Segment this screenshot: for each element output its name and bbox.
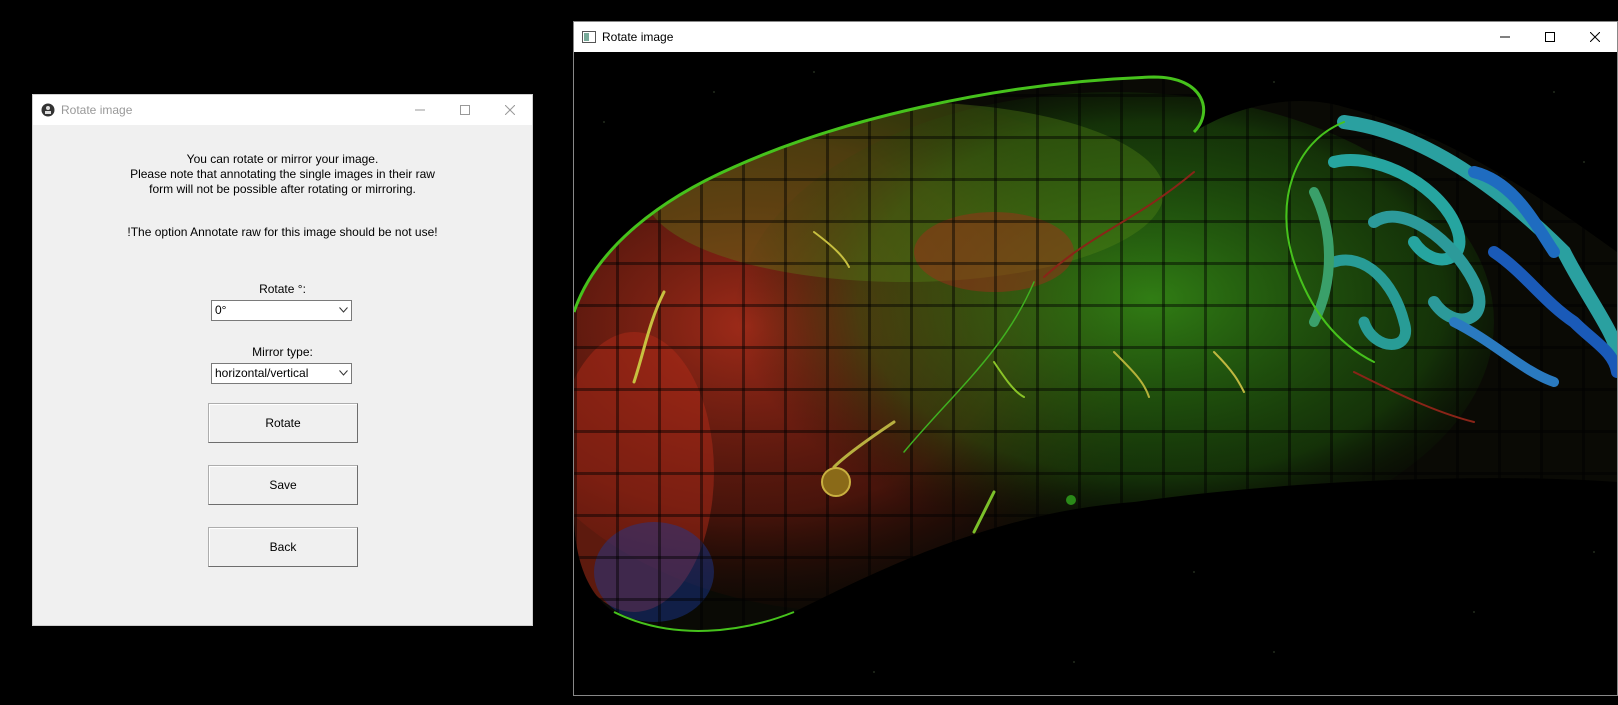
info-line-3: form will not be possible after rotating… — [149, 182, 416, 196]
maximize-button[interactable] — [1527, 22, 1572, 52]
warning-text: !The option Annotate raw for this image … — [127, 225, 438, 239]
chevron-down-icon — [339, 307, 348, 313]
rotate-select[interactable]: 0° — [211, 300, 352, 321]
image-window-title: Rotate image — [602, 30, 674, 44]
rotate-dialog: Rotate image You can rotate or mirror yo… — [32, 94, 533, 626]
mirror-select-value: horizontal/vertical — [215, 366, 309, 380]
back-button[interactable]: Back — [208, 527, 358, 567]
chevron-down-icon — [339, 370, 348, 376]
info-line-1: You can rotate or mirror your image. — [186, 152, 379, 166]
rotate-select-value: 0° — [215, 303, 227, 317]
minimize-button[interactable] — [1482, 22, 1527, 52]
dialog-title: Rotate image — [61, 103, 133, 117]
close-button[interactable] — [487, 95, 532, 125]
dialog-body: You can rotate or mirror your image. Ple… — [33, 125, 532, 625]
minimize-button[interactable] — [397, 95, 442, 125]
rotate-label: Rotate °: — [259, 282, 306, 296]
mirror-label: Mirror type: — [252, 345, 313, 359]
maximize-button[interactable] — [442, 95, 487, 125]
tissue-image — [574, 71, 1617, 673]
rotate-button[interactable]: Rotate — [208, 403, 358, 443]
mirror-select[interactable]: horizontal/vertical — [211, 363, 352, 384]
image-canvas[interactable] — [574, 52, 1617, 695]
dialog-titlebar[interactable]: Rotate image — [33, 95, 532, 125]
minimize-icon — [1499, 36, 1510, 38]
image-window-titlebar[interactable]: Rotate image — [574, 22, 1617, 52]
save-button[interactable]: Save — [208, 465, 358, 505]
image-window: Rotate image — [573, 21, 1618, 696]
info-line-2: Please note that annotating the single i… — [130, 167, 435, 181]
image-window-icon — [582, 30, 596, 44]
close-button[interactable] — [1572, 22, 1617, 52]
close-icon — [1589, 32, 1600, 42]
maximize-icon — [459, 105, 470, 115]
minimize-icon — [414, 109, 425, 111]
close-icon — [504, 105, 515, 115]
maximize-icon — [1544, 32, 1555, 42]
app-icon — [41, 103, 55, 117]
